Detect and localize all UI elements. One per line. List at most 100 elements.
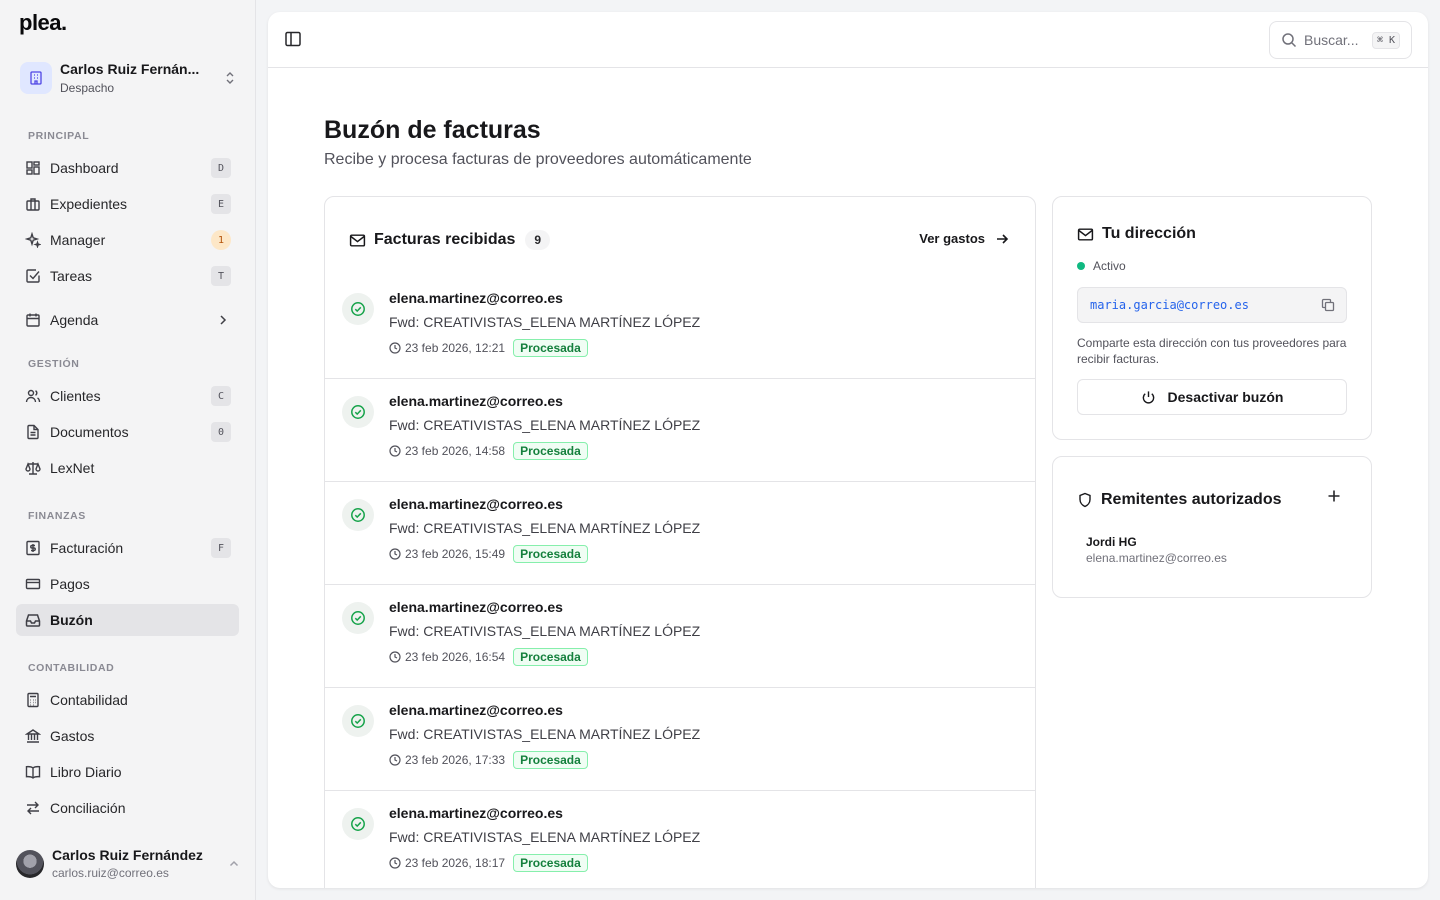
sidebar-item-label: Contabilidad (50, 692, 128, 708)
user-menu[interactable]: Carlos Ruiz Fernández carlos.ruiz@correo… (16, 846, 244, 882)
sidebar-item-manager[interactable]: Manager 1 (16, 224, 239, 256)
arrows-icon (24, 799, 42, 817)
invoice-date: 23 feb 2026, 15:49 (405, 547, 506, 561)
check-circle-icon (342, 602, 374, 634)
topbar: Buscar... ⌘ K (268, 12, 1428, 68)
workspace-role: Despacho (60, 80, 115, 95)
sidebar-item-label: Clientes (50, 388, 101, 404)
sidebar-item-label: LexNet (50, 460, 95, 476)
address-hint: Comparte esta dirección con tus proveedo… (1077, 336, 1347, 367)
invoice-date: 23 feb 2026, 14:58 (405, 444, 506, 458)
sidebar-item-libro-diario[interactable]: Libro Diario (16, 756, 239, 788)
search-input[interactable]: Buscar... ⌘ K (1269, 21, 1412, 59)
shortcut-badge: 0 (211, 422, 231, 442)
sidebar-item-facturacion[interactable]: Facturación F (16, 532, 239, 564)
status-dot (1077, 262, 1085, 270)
sparkles-icon (24, 231, 42, 249)
invoice-row[interactable]: elena.martinez@correo.es Fwd: CREATIVIST… (325, 379, 1035, 482)
invoice-sender: elena.martinez@correo.es (389, 805, 563, 821)
status-badge: Procesada (513, 339, 588, 357)
address-card: Tu dirección Activo maria.garcia@correo.… (1052, 196, 1372, 440)
invoice-subject: Fwd: CREATIVISTAS_ELENA MARTÍNEZ LÓPEZ (389, 726, 701, 742)
chevron-up-icon (228, 858, 240, 870)
invoice-subject: Fwd: CREATIVISTAS_ELENA MARTÍNEZ LÓPEZ (389, 829, 701, 845)
app-logo[interactable]: plea. (19, 10, 67, 36)
page-title: Buzón de facturas (324, 116, 541, 144)
mail-icon (1077, 226, 1094, 243)
deactivate-mailbox-button[interactable]: Desactivar buzón (1077, 379, 1347, 415)
sender-name: Jordi HG (1086, 535, 1137, 549)
invoice-date: 23 feb 2026, 12:21 (405, 341, 506, 355)
sidebar-toggle-icon[interactable] (284, 30, 304, 50)
sidebar-item-conciliacion[interactable]: Conciliación (16, 792, 239, 824)
avatar (16, 850, 44, 878)
sidebar-item-label: Facturación (50, 540, 124, 556)
sidebar-item-label: Libro Diario (50, 764, 122, 780)
deactivate-mailbox-label: Desactivar buzón (1167, 389, 1284, 405)
invoice-row[interactable]: elena.martinez@correo.es Fwd: CREATIVIST… (325, 585, 1035, 688)
chevrons-up-down-icon (220, 71, 240, 85)
sidebar-item-expedientes[interactable]: Expedientes E (16, 188, 239, 220)
sidebar-item-lexnet[interactable]: LexNet (16, 452, 239, 484)
status-badge: Procesada (513, 751, 588, 769)
check-circle-icon (342, 705, 374, 737)
invoices-count-badge: 9 (525, 230, 551, 250)
invoices-title: Facturas recibidas (374, 231, 516, 248)
checkbox-icon (24, 267, 42, 285)
mail-icon (349, 232, 366, 249)
invoice-date: 23 feb 2026, 18:17 (405, 856, 506, 870)
invoice-sender: elena.martinez@correo.es (389, 702, 563, 718)
invoice-row[interactable]: elena.martinez@correo.es Fwd: CREATIVIST… (325, 791, 1035, 888)
invoice-sender: elena.martinez@correo.es (389, 496, 563, 512)
invoice-row[interactable]: elena.martinez@correo.es Fwd: CREATIVIST… (325, 482, 1035, 585)
authorized-senders-card: Remitentes autorizados Jordi HG elena.ma… (1052, 456, 1372, 598)
add-sender-button[interactable] (1327, 489, 1341, 503)
calendar-icon (24, 311, 42, 329)
sender-email: elena.martinez@correo.es (1086, 551, 1227, 565)
sidebar-item-label: Buzón (50, 612, 93, 628)
sidebar: plea. Carlos Ruiz Fernán... Despacho PRI… (0, 0, 256, 900)
shield-icon (1077, 492, 1093, 508)
shortcut-badge: T (211, 266, 231, 286)
sidebar-item-agenda[interactable]: Agenda (16, 304, 239, 336)
section-finanzas: FINANZAS (28, 510, 86, 522)
check-circle-icon (342, 808, 374, 840)
arrow-right-icon (995, 232, 1009, 246)
sidebar-item-documentos[interactable]: Documentos 0 (16, 416, 239, 448)
bank-icon (24, 727, 42, 745)
building-icon (20, 62, 52, 94)
ver-gastos-link[interactable]: Ver gastos (919, 231, 1009, 246)
sidebar-item-buzon[interactable]: Buzón (16, 604, 239, 636)
invoice-row[interactable]: elena.martinez@correo.es Fwd: CREATIVIST… (325, 688, 1035, 791)
address-card-header: Tu dirección (1077, 225, 1196, 243)
status-badge: Procesada (513, 648, 588, 666)
users-icon (24, 387, 42, 405)
invoice-row[interactable]: elena.martinez@correo.es Fwd: CREATIVIST… (325, 276, 1035, 379)
section-gestion: GESTIÓN (28, 358, 80, 370)
search-placeholder: Buscar... (1304, 32, 1359, 48)
clock-icon (389, 857, 401, 869)
sidebar-item-clientes[interactable]: Clientes C (16, 380, 239, 412)
book-icon (24, 763, 42, 781)
invoice-subject: Fwd: CREATIVISTAS_ELENA MARTÍNEZ LÓPEZ (389, 520, 701, 536)
clock-icon (389, 754, 401, 766)
shortcut-badge: D (211, 158, 231, 178)
sidebar-item-gastos[interactable]: Gastos (16, 720, 239, 752)
mailbox-address-field[interactable]: maria.garcia@correo.es (1077, 287, 1347, 323)
sidebar-item-pagos[interactable]: Pagos (16, 568, 239, 600)
copy-icon[interactable] (1321, 298, 1335, 312)
power-icon (1141, 390, 1156, 405)
status-badge: Procesada (513, 545, 588, 563)
sidebar-item-contabilidad[interactable]: Contabilidad (16, 684, 239, 716)
check-circle-icon (342, 396, 374, 428)
sidebar-item-tareas[interactable]: Tareas T (16, 260, 239, 292)
sidebar-item-label: Tareas (50, 268, 93, 284)
clock-icon (389, 651, 401, 663)
search-icon (1281, 32, 1297, 48)
sidebar-item-label: Conciliación (50, 800, 126, 816)
sidebar-item-dashboard[interactable]: Dashboard D (16, 152, 239, 184)
invoice-subject: Fwd: CREATIVISTAS_ELENA MARTÍNEZ LÓPEZ (389, 623, 701, 639)
workspace-switcher[interactable]: Carlos Ruiz Fernán... Despacho (16, 56, 240, 100)
sidebar-item-label: Expedientes (50, 196, 128, 212)
credit-card-icon (24, 575, 42, 593)
